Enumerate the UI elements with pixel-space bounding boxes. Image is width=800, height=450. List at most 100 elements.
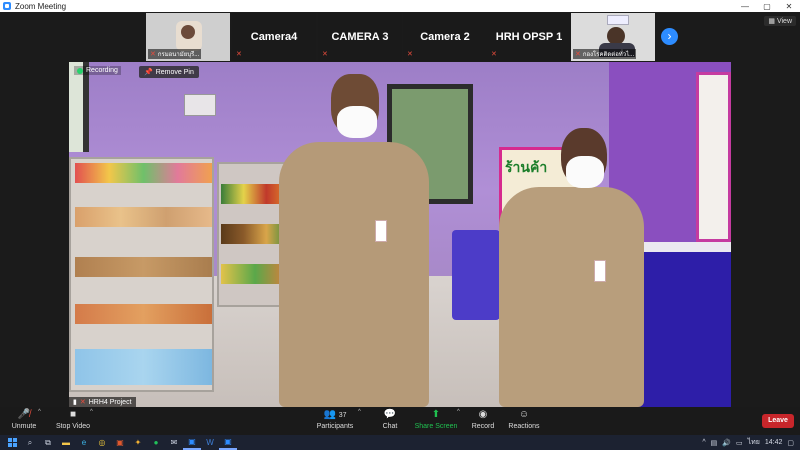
search-icon[interactable]: ⌕ xyxy=(21,435,39,450)
windows-taskbar: ⌕ ⧉ ▬ e ◎ ▣ ✦ ● ✉ ▣ W ▣ ^ ▤ 🔊 ▭ ไทย 14:4… xyxy=(0,435,800,450)
gallery-tile[interactable]: ✕ Camera 2 xyxy=(403,13,487,61)
participants-icon: 👥 37 xyxy=(323,409,347,420)
zoom-taskbar-icon[interactable]: ▣ xyxy=(183,435,201,450)
shelf-goods xyxy=(75,207,212,227)
person-1-badge xyxy=(375,220,387,242)
participant-head xyxy=(181,25,195,39)
battery-icon[interactable]: ▭ xyxy=(736,439,743,447)
mail-icon[interactable]: ✉ xyxy=(165,435,183,450)
signal-icon: ▮ xyxy=(73,399,77,406)
tile-name-tag: ✕ กรมอนามัยบุรี... xyxy=(148,49,202,59)
person-2-body xyxy=(499,187,644,407)
reactions-icon: ☺ xyxy=(518,409,530,420)
network-icon[interactable]: ▤ xyxy=(711,439,718,447)
video-air-vent xyxy=(184,94,216,116)
windows-logo-icon xyxy=(7,438,17,447)
view-button[interactable]: ▦ View xyxy=(764,16,796,26)
powerpoint-icon[interactable]: ▣ xyxy=(111,435,129,450)
video-window-left xyxy=(69,62,89,152)
record-icon: ◉ xyxy=(478,409,488,420)
chat-icon: 💬 xyxy=(383,409,397,420)
main-video[interactable]: ร้านค้า Recording 📌 Remove Pin ▮ ✕ HRH4 … xyxy=(69,62,731,407)
pin-icon: 📌 xyxy=(144,69,153,76)
zoom-logo-icon xyxy=(3,2,11,10)
stop-video-button[interactable]: ■ Stop Video xyxy=(55,409,91,430)
video-display-stand xyxy=(452,230,500,320)
mic-off-icon: ✕ xyxy=(236,51,242,58)
gallery-tile[interactable]: ✕ Camera4 xyxy=(232,13,316,61)
record-label: Record xyxy=(471,423,495,430)
tile-name: กองโรคติดต่อทั่วไ... xyxy=(582,52,635,58)
chat-button[interactable]: 💬 Chat xyxy=(376,409,404,430)
app-icon[interactable]: ✦ xyxy=(129,435,147,450)
tile-name-tag: ✕ กองโรคติดต่อทั่วไ... xyxy=(573,49,637,59)
file-explorer-icon[interactable]: ▬ xyxy=(57,435,75,450)
video-shelf-left xyxy=(69,157,214,392)
share-screen-button[interactable]: ⬆ Share Screen xyxy=(414,409,458,430)
clock[interactable]: 14:42 xyxy=(765,439,783,446)
window-title: Zoom Meeting xyxy=(15,1,67,11)
audio-options-chevron-icon[interactable]: ^ xyxy=(38,409,41,415)
title-bar: Zoom Meeting — ▢ ✕ xyxy=(0,0,800,12)
speaker-icon[interactable]: 🔊 xyxy=(722,439,731,447)
meeting-toolbar: 🎤̸ Unmute ^ ■ Stop Video ^ 👥 37 Particip… xyxy=(0,407,800,435)
shelf-goods xyxy=(75,163,212,183)
mic-off-icon: ✕ xyxy=(491,51,497,58)
mic-off-icon: ✕ xyxy=(407,51,413,58)
background-sign xyxy=(607,15,629,25)
share-screen-label: Share Screen xyxy=(414,423,458,430)
unmute-label: Unmute xyxy=(11,423,37,430)
chrome-icon[interactable]: ◎ xyxy=(93,435,111,450)
participants-button[interactable]: 👥 37 Participants xyxy=(315,409,355,430)
reactions-label: Reactions xyxy=(508,423,540,430)
person-1-mask xyxy=(337,106,377,138)
video-options-chevron-icon[interactable]: ^ xyxy=(90,409,93,415)
word-icon[interactable]: W xyxy=(201,435,219,450)
gallery-tile[interactable]: ✕ HRH OPSP 1 xyxy=(487,13,571,61)
person-2-mask xyxy=(566,156,604,188)
tile-label: Camera 2 xyxy=(420,31,470,43)
participants-count: 37 xyxy=(338,412,347,419)
video-camera-icon: ■ xyxy=(69,409,77,420)
reactions-button[interactable]: ☺ Reactions xyxy=(508,409,540,430)
remove-pin-button[interactable]: 📌 Remove Pin xyxy=(139,66,199,78)
gallery-tile[interactable]: ✕ กองโรคติดต่อทั่วไ... xyxy=(571,13,655,61)
tile-label: CAMERA 3 xyxy=(331,31,389,43)
participants-label: Participants xyxy=(316,423,354,430)
share-options-chevron-icon[interactable]: ^ xyxy=(457,409,460,415)
close-icon[interactable]: ✕ xyxy=(778,2,800,11)
notifications-icon[interactable]: ▢ xyxy=(787,439,794,447)
record-button[interactable]: ◉ Record xyxy=(468,409,498,430)
mic-muted-icon: 🎤̸ xyxy=(17,409,31,420)
unmute-button[interactable]: 🎤̸ Unmute xyxy=(8,409,40,430)
leave-button[interactable]: Leave xyxy=(762,414,794,428)
gallery-tile[interactable]: ✕ CAMERA 3 xyxy=(318,13,402,61)
zoom-meeting-taskbar-icon[interactable]: ▣ xyxy=(219,435,237,450)
main-video-name: HRH4 Project xyxy=(88,398,132,406)
mic-off-icon: ✕ xyxy=(150,51,156,58)
system-tray: ^ ▤ 🔊 ▭ ไทย 14:42 ▢ xyxy=(702,435,794,450)
view-label: View xyxy=(776,18,792,25)
recording-icon xyxy=(77,67,83,74)
shelf-goods xyxy=(75,349,212,385)
gallery-tile[interactable]: ✕ กรมอนามัยบุรี... xyxy=(146,13,230,61)
share-screen-icon: ⬆ xyxy=(431,409,441,420)
tile-label: HRH OPSP 1 xyxy=(495,31,563,43)
minimize-icon[interactable]: — xyxy=(734,2,756,11)
gallery-next-button[interactable]: › xyxy=(661,28,678,45)
remove-pin-label: Remove Pin xyxy=(155,68,194,76)
line-icon[interactable]: ● xyxy=(147,435,165,450)
maximize-icon[interactable]: ▢ xyxy=(756,2,778,11)
participants-chevron-icon[interactable]: ^ xyxy=(358,409,361,415)
show-hidden-icons-chevron-icon[interactable]: ^ xyxy=(702,439,705,446)
start-button[interactable] xyxy=(3,435,21,450)
recording-label: Recording xyxy=(86,67,118,74)
main-video-name-tag: ▮ ✕ HRH4 Project xyxy=(69,397,136,407)
edge-icon[interactable]: e xyxy=(75,435,93,450)
input-language[interactable]: ไทย xyxy=(748,437,760,448)
mic-off-icon: ✕ xyxy=(322,51,328,58)
shelf-goods xyxy=(75,257,212,277)
task-view-icon[interactable]: ⧉ xyxy=(39,435,57,450)
recording-indicator: Recording xyxy=(74,66,121,75)
mic-off-icon: ✕ xyxy=(575,51,581,58)
